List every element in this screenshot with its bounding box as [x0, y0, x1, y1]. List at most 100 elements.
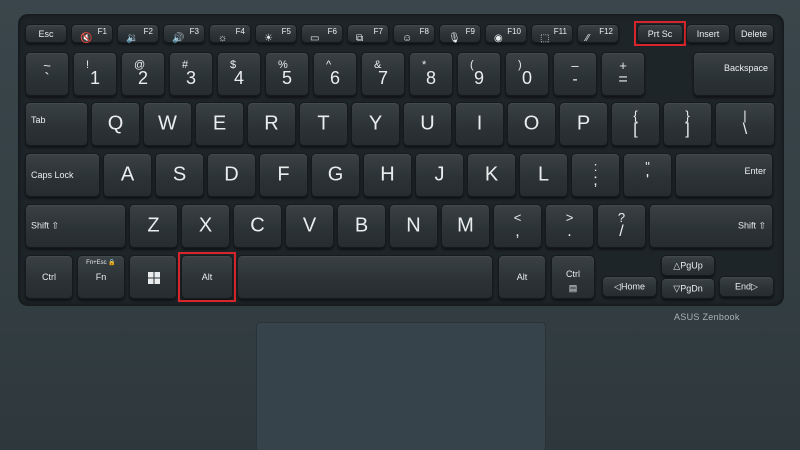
key-g[interactable]: G — [311, 153, 360, 197]
key-shift-right[interactable]: Shift ⇧ — [649, 204, 773, 248]
key-backspace[interactable]: Backspace — [693, 52, 775, 96]
key-h[interactable]: H — [363, 153, 412, 197]
key-k[interactable]: K — [467, 153, 516, 197]
key-w[interactable]: W — [143, 102, 192, 146]
key-label: Tab — [31, 115, 46, 125]
key-backtick[interactable]: ~ ` — [25, 52, 69, 96]
key-x[interactable]: X — [181, 204, 230, 248]
key-f10[interactable]: ◉ F10 — [485, 24, 527, 44]
key-f8[interactable]: ☺ F8 — [393, 24, 435, 44]
key-label: 1 — [89, 68, 100, 88]
key-label: F1 — [97, 27, 107, 36]
key-6[interactable]: ^ 6 — [313, 52, 357, 96]
key-space[interactable] — [237, 255, 493, 299]
key-label: - — [572, 71, 578, 88]
key-o[interactable]: O — [507, 102, 556, 146]
key-ctrl-left[interactable]: Ctrl — [25, 255, 73, 299]
key-4[interactable]: $4 — [217, 52, 261, 96]
key-pgdn[interactable]: ▽PgDn — [661, 278, 715, 299]
key-end[interactable]: End▷ — [719, 276, 774, 297]
key-tab[interactable]: Tab — [25, 102, 88, 146]
key-1[interactable]: ! 1 — [73, 52, 117, 96]
key-f11[interactable]: ⬚ F11 — [531, 24, 573, 44]
key-a[interactable]: A — [103, 153, 152, 197]
key-n[interactable]: N — [389, 204, 438, 248]
key-f4[interactable]: ☼ F4 — [209, 24, 251, 44]
key-f1[interactable]: 🔇 F1 — [71, 24, 113, 44]
key-label: Z — [147, 214, 160, 237]
key-comma[interactable]: <, — [493, 204, 542, 248]
key-label: F9 — [465, 27, 475, 36]
key-l[interactable]: L — [519, 153, 568, 197]
key-8[interactable]: * 8 — [409, 52, 453, 96]
key-label: Alt — [516, 272, 528, 282]
key-minus[interactable]: – - — [553, 52, 597, 96]
key-0[interactable]: ) 0 — [505, 52, 549, 96]
key-fn[interactable]: Fn Fn+Esc 🔒 — [77, 255, 125, 299]
key-label: I — [476, 112, 483, 135]
key-3[interactable]: #3 — [169, 52, 213, 96]
key-2[interactable]: @2 — [121, 52, 165, 96]
key-label: 4 — [233, 68, 244, 88]
key-alt-right[interactable]: Alt — [498, 255, 546, 299]
camera-icon: ◉ — [494, 33, 503, 44]
key-y[interactable]: Y — [351, 102, 400, 146]
key-bracket-left[interactable]: {[ — [611, 102, 660, 146]
key-f6[interactable]: ▭ F6 — [301, 24, 343, 44]
key-enter[interactable]: Enter — [675, 153, 773, 197]
key-9[interactable]: (9 — [457, 52, 501, 96]
key-label: K — [484, 163, 499, 186]
key-label: F7 — [373, 27, 383, 36]
key-b[interactable]: B — [337, 204, 386, 248]
key-t[interactable]: T — [299, 102, 348, 146]
key-delete[interactable]: Delete — [734, 24, 774, 43]
key-5[interactable]: % 5 — [265, 52, 309, 96]
key-equals[interactable]: + = — [601, 52, 645, 96]
key-backslash[interactable]: | \ — [715, 102, 775, 146]
key-label: E — [212, 112, 227, 135]
key-7[interactable]: & 7 — [361, 52, 405, 96]
key-i[interactable]: I — [455, 102, 504, 146]
key-m[interactable]: M — [441, 204, 490, 248]
key-label: Insert — [696, 28, 720, 39]
key-f9[interactable]: 🎙 F9 — [439, 24, 481, 44]
key-period[interactable]: >. — [545, 204, 594, 248]
key-pgup[interactable]: △PgUp — [661, 255, 715, 276]
key-c[interactable]: C — [233, 204, 282, 248]
key-e[interactable]: E — [195, 102, 244, 146]
key-bracket-right[interactable]: }] — [663, 102, 712, 146]
key-label: L — [537, 163, 550, 186]
key-f2[interactable]: 🔉 F2 — [117, 24, 159, 44]
key-f12[interactable]: ⁄⁄ F12 — [577, 24, 619, 44]
key-q[interactable]: Q — [91, 102, 140, 146]
key-capslock[interactable]: Caps Lock — [25, 153, 100, 197]
key-j[interactable]: J — [415, 153, 464, 197]
laptop-keyboard-photo: Esc 🔇 F1 🔉 F2 🔊 F3 ☼ F4 ☀ F5 ▭ F6 ⧉ F7 ☺ F8 🎙 F9 ◉ F10 ⬚ F11 ⁄⁄… — [0, 0, 800, 450]
key-v[interactable]: V — [285, 204, 334, 248]
key-windows[interactable] — [129, 255, 177, 299]
key-label: ◁Home — [614, 281, 645, 291]
key-s[interactable]: S — [155, 153, 204, 197]
key-label: P — [576, 112, 591, 135]
key-f7[interactable]: ⧉ F7 — [347, 24, 389, 44]
key-z[interactable]: Z — [129, 204, 178, 248]
key-home[interactable]: ◁Home — [602, 276, 657, 297]
key-label: ` — [44, 71, 50, 88]
key-label: F11 — [553, 27, 567, 36]
key-label: 9 — [473, 68, 484, 88]
key-insert[interactable]: Insert — [686, 24, 730, 43]
key-semicolon[interactable]: :; — [571, 153, 620, 197]
key-ctrl-right[interactable]: Ctrl ▤ — [551, 255, 595, 299]
key-d[interactable]: D — [207, 153, 256, 197]
key-r[interactable]: R — [247, 102, 296, 146]
key-shift-left[interactable]: Shift ⇧ — [25, 204, 126, 248]
key-esc[interactable]: Esc — [25, 24, 67, 43]
key-u[interactable]: U — [403, 102, 452, 146]
key-f5[interactable]: ☀ F5 — [255, 24, 297, 44]
key-p[interactable]: P — [559, 102, 608, 146]
key-f[interactable]: F — [259, 153, 308, 197]
display-switch-icon: ⧉ — [356, 33, 364, 44]
key-slash[interactable]: ? / — [597, 204, 646, 248]
key-quote[interactable]: " ' — [623, 153, 672, 197]
key-f3[interactable]: 🔊 F3 — [163, 24, 205, 44]
